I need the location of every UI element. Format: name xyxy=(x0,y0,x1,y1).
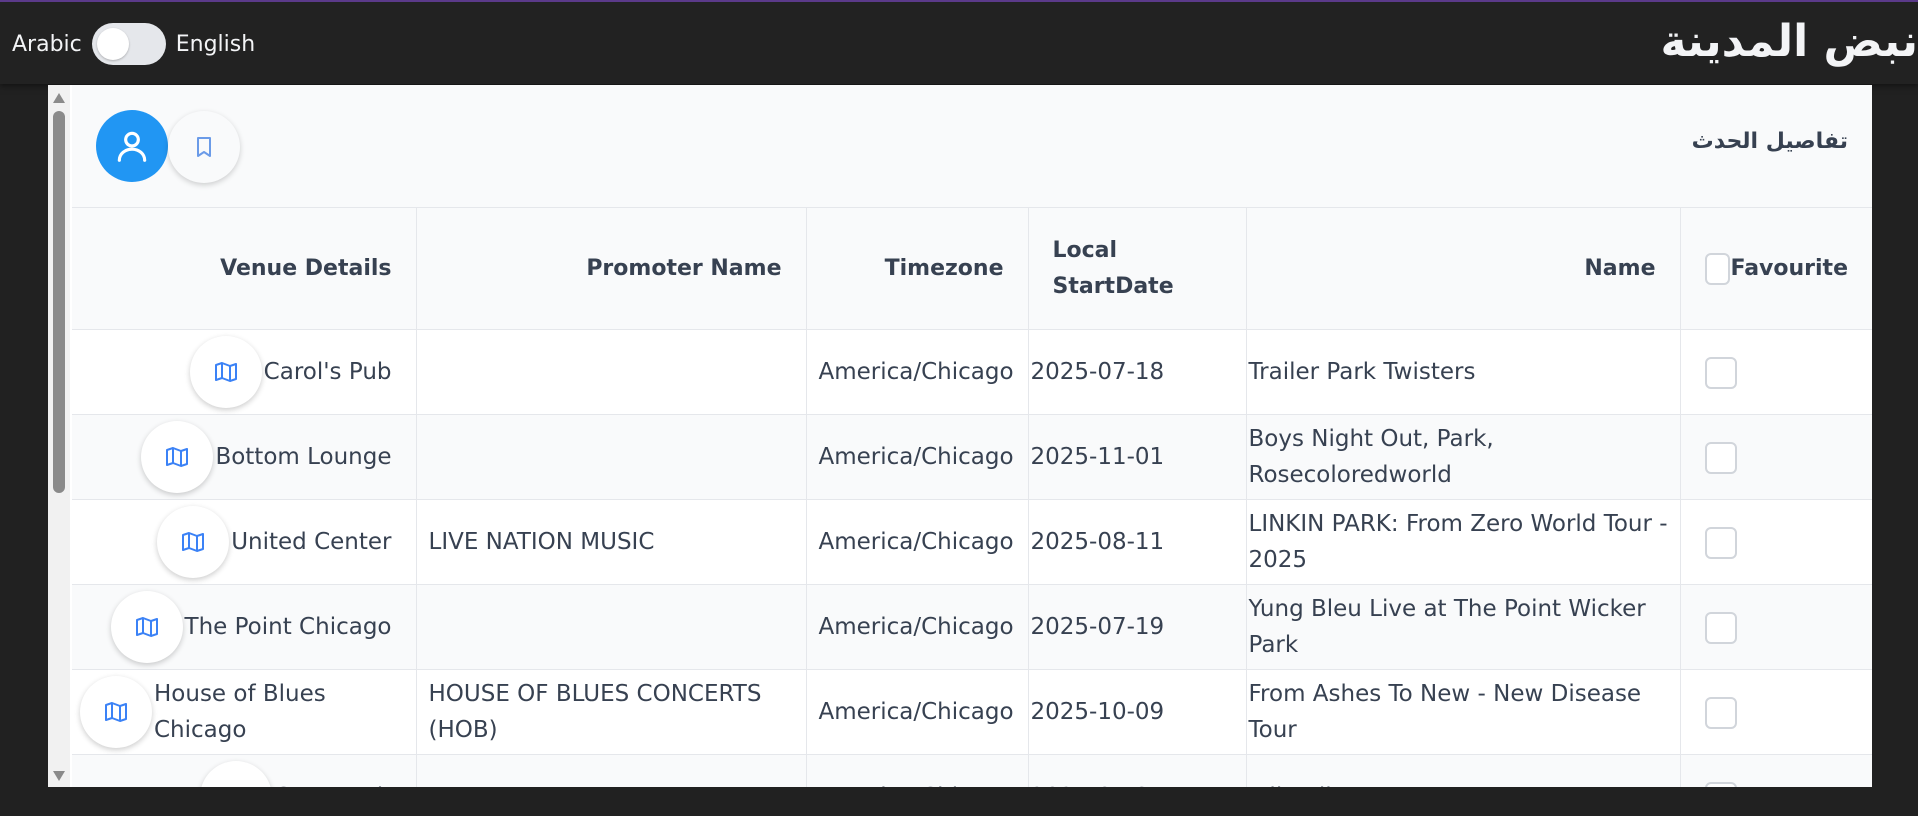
promoter-cell xyxy=(415,754,806,787)
local-start-date-cell: 2025-07-19 xyxy=(1027,584,1246,670)
local-start-date-cell: 2025-08-11 xyxy=(1027,499,1246,585)
event-name-cell: LINKIN PARK: From Zero World Tour - 2025 xyxy=(1245,499,1680,585)
venue-name: The Point Chicago xyxy=(184,614,392,640)
col-timezone[interactable]: Timezone xyxy=(805,207,1028,330)
col-favourite-label: Favourite xyxy=(1730,256,1848,281)
favourite-checkbox[interactable] xyxy=(1704,441,1737,474)
favourite-cell xyxy=(1679,584,1872,670)
bookmark-icon xyxy=(197,137,211,157)
venue-name: Guest Pub xyxy=(274,779,392,787)
event-name-cell: From Ashes To New - New Disease Tour xyxy=(1245,669,1680,755)
col-local-start-line1: Local xyxy=(1052,237,1118,263)
table-row[interactable]: The Point Chicago America/Chicago 2025-07-… xyxy=(72,584,1872,670)
top-bar: Arabic English نبض المدينة xyxy=(0,0,1918,84)
venue-cell: Carol's Pub xyxy=(72,329,416,415)
promoter-cell xyxy=(415,584,806,670)
event-name-cell: Boys Night Out, Park, Rosecoloredworld xyxy=(1245,414,1680,500)
timezone-cell: America/Chicago xyxy=(805,754,1028,787)
favourite-cell xyxy=(1679,329,1872,415)
timezone-cell: America/Chicago xyxy=(805,414,1028,500)
timezone-cell: America/Chicago xyxy=(805,669,1028,755)
promoter-cell xyxy=(415,329,806,415)
venue-map-button[interactable] xyxy=(199,761,272,787)
col-favourite: Favourite xyxy=(1679,207,1872,330)
favourite-cell xyxy=(1679,499,1872,585)
favourite-cell xyxy=(1679,754,1872,787)
content-panel: تفاصيل الحدث Venue Details Promoter Name… xyxy=(48,85,1872,787)
map-icon xyxy=(166,447,189,467)
table-row[interactable]: Bottom Lounge America/Chicago 2025-11-01 Bo… xyxy=(72,414,1872,500)
venue-cell: The Point Chicago xyxy=(72,584,416,670)
toggle-knob xyxy=(96,28,129,60)
promoter-cell xyxy=(415,414,806,500)
venue-name: House of Blues Chicago xyxy=(154,681,326,743)
map-icon xyxy=(214,362,237,382)
col-promoter-name[interactable]: Promoter Name xyxy=(415,207,806,330)
venue-cell: Bottom Lounge xyxy=(72,414,416,500)
table-row[interactable]: Carol's Pub America/Chicago 2025-07-18 Trai… xyxy=(72,329,1872,415)
lang-english-label: English xyxy=(175,31,256,57)
venue-map-button[interactable] xyxy=(141,421,214,493)
venue-name: United Center xyxy=(231,529,392,555)
map-icon xyxy=(135,617,158,637)
favourite-cell xyxy=(1679,669,1872,755)
table-row[interactable]: House of Blues Chicago HOUSE OF BLUES CON… xyxy=(72,669,1872,755)
lang-arabic-label: Arabic xyxy=(12,31,82,57)
card-title: تفاصيل الحدث xyxy=(1691,129,1848,154)
language-toggle[interactable] xyxy=(91,23,166,65)
local-start-date-cell: 2025-11-01 xyxy=(1027,414,1246,500)
local-start-date-cell: 2025-07-18 xyxy=(1027,329,1246,415)
venue-map-button[interactable] xyxy=(157,506,230,578)
scroll-down-arrow-icon[interactable] xyxy=(53,771,65,781)
venue-map-button[interactable] xyxy=(189,336,262,408)
venue-name: Bottom Lounge xyxy=(215,444,392,470)
venue-cell: United Center xyxy=(72,499,416,585)
favourite-cell xyxy=(1679,414,1872,500)
promoter-cell: LIVE NATION MUSIC xyxy=(415,499,806,585)
card-header: تفاصيل الحدث xyxy=(72,85,1872,207)
timezone-cell: America/Chicago xyxy=(805,584,1028,670)
event-name-cell: Trailer Park Twisters xyxy=(1245,329,1680,415)
col-local-start-date[interactable]: Local StartDate xyxy=(1027,207,1246,330)
favourite-checkbox[interactable] xyxy=(1704,356,1737,389)
scroll-up-arrow-icon[interactable] xyxy=(53,93,65,103)
map-icon xyxy=(105,702,127,722)
favourite-checkbox[interactable] xyxy=(1704,611,1737,644)
select-all-checkbox[interactable] xyxy=(1704,252,1731,285)
bookmarks-button[interactable] xyxy=(168,111,240,183)
profile-button[interactable] xyxy=(96,110,168,182)
favourite-checkbox[interactable] xyxy=(1704,781,1737,787)
events-table: Venue Details Promoter Name Timezone Loc… xyxy=(72,207,1872,787)
col-local-start-line2: StartDate xyxy=(1052,273,1174,299)
vertical-scrollbar[interactable] xyxy=(48,85,70,787)
user-icon xyxy=(117,131,147,162)
local-start-date-cell: 2025-10-09 xyxy=(1027,669,1246,755)
scrollbar-thumb[interactable] xyxy=(53,111,65,493)
map-icon xyxy=(182,532,205,552)
favourite-checkbox[interactable] xyxy=(1704,696,1737,729)
col-venue-details[interactable]: Venue Details xyxy=(72,207,416,330)
local-start-date-cell: 2025-07-31 xyxy=(1027,754,1246,787)
venue-map-button[interactable] xyxy=(110,591,183,663)
venue-cell: House of Blues Chicago xyxy=(72,669,416,755)
event-name-cell: Yung Bleu Live at The Point Wicker Park xyxy=(1245,584,1680,670)
venue-cell: Guest Pub xyxy=(72,754,416,787)
table-row[interactable]: Guest Pub America/Chicago2025-07-31Jellyr… xyxy=(72,754,1872,787)
promoter-cell: HOUSE OF BLUES CONCERTS (HOB) xyxy=(415,669,806,755)
event-name-cell: Jellyroll xyxy=(1245,754,1680,787)
venue-map-button[interactable] xyxy=(80,676,152,748)
app-title: نبض المدينة xyxy=(1660,16,1918,67)
event-details-card: تفاصيل الحدث Venue Details Promoter Name… xyxy=(72,85,1872,787)
timezone-cell: America/Chicago xyxy=(805,499,1028,585)
table-header-row: Venue Details Promoter Name Timezone Loc… xyxy=(72,207,1872,330)
language-switch: Arabic English xyxy=(12,22,255,66)
timezone-cell: America/Chicago xyxy=(805,329,1028,415)
favourite-checkbox[interactable] xyxy=(1704,526,1737,559)
map-icon xyxy=(224,785,248,787)
col-name[interactable]: Name xyxy=(1245,207,1680,330)
venue-name: Carol's Pub xyxy=(263,359,392,385)
table-row[interactable]: United Center LIVE NATION MUSIC America/Ch… xyxy=(72,499,1872,585)
